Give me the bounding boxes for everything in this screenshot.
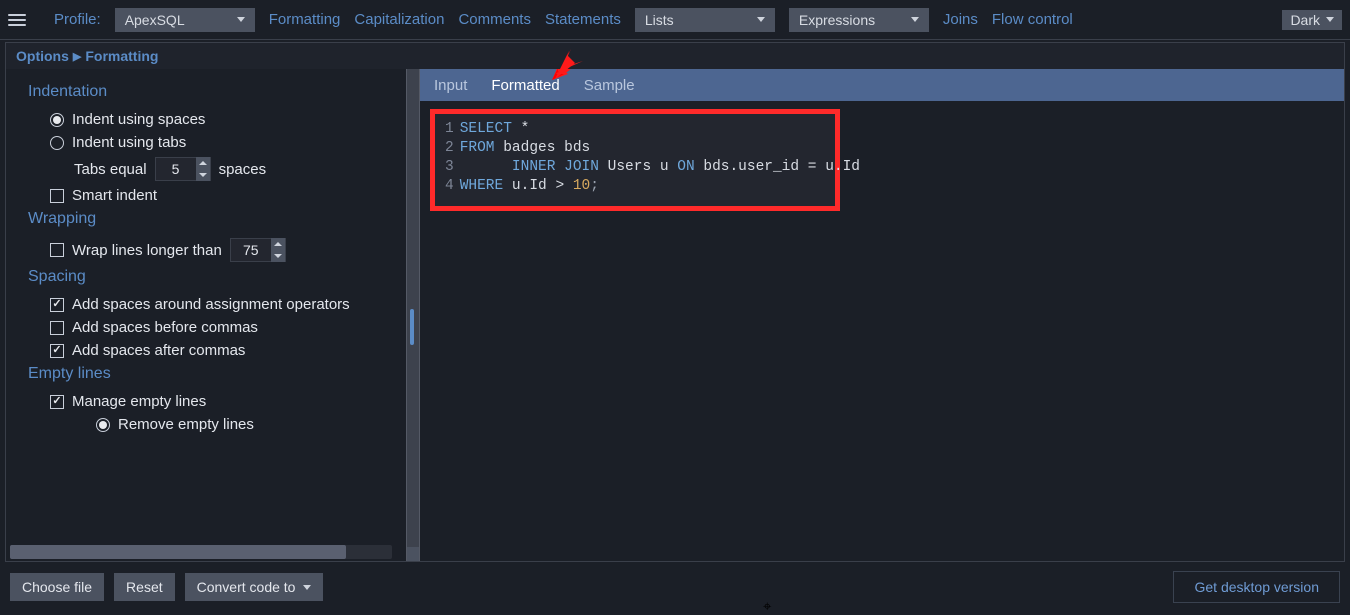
label-tabs-equal-post: spaces — [219, 161, 267, 178]
chk-manage-empty[interactable] — [50, 395, 64, 409]
get-desktop-version-button[interactable]: Get desktop version — [1173, 571, 1340, 603]
tab-formatted[interactable]: Formatted — [491, 77, 559, 94]
convert-code-dropdown[interactable]: Convert code to — [185, 573, 324, 601]
nav-capitalization[interactable]: Capitalization — [354, 11, 444, 28]
convert-code-label: Convert code to — [197, 579, 296, 595]
nav-flow-control[interactable]: Flow control — [992, 11, 1073, 28]
top-toolbar: Profile: ApexSQL Formatting Capitalizati… — [0, 0, 1350, 40]
chevron-right-icon: ▶ — [73, 50, 81, 63]
expressions-label: Expressions — [799, 12, 875, 28]
stepper-down-icon[interactable] — [196, 169, 210, 181]
nav-formatting[interactable]: Formatting — [269, 11, 341, 28]
tabs-equal-field[interactable] — [156, 161, 196, 177]
stepper-down-icon[interactable] — [271, 250, 285, 262]
label-indent-spaces: Indent using spaces — [72, 111, 205, 128]
tab-sample[interactable]: Sample — [584, 77, 635, 94]
breadcrumb-current: Formatting — [85, 48, 158, 64]
choose-file-button[interactable]: Choose file — [10, 573, 104, 601]
code-line-1: 1SELECT * — [445, 120, 825, 139]
profile-dropdown[interactable]: ApexSQL — [115, 8, 255, 32]
wrap-length-field[interactable] — [231, 242, 271, 258]
label-smart-indent: Smart indent — [72, 187, 157, 204]
tabs-equal-input[interactable] — [155, 157, 211, 181]
chk-smart-indent[interactable] — [50, 189, 64, 203]
label-spaces-before-commas: Add spaces before commas — [72, 319, 258, 336]
lists-dropdown[interactable]: Lists — [635, 8, 775, 32]
code-editor[interactable]: 1SELECT * 2FROM badges bds 3 INNER JOIN … — [430, 109, 840, 211]
breadcrumb-root[interactable]: Options — [16, 48, 69, 64]
label-remove-empty: Remove empty lines — [118, 416, 254, 433]
breadcrumb: Options ▶ Formatting — [6, 43, 1344, 69]
expressions-dropdown[interactable]: Expressions — [789, 8, 929, 32]
section-spacing: Spacing — [28, 268, 388, 286]
profile-value: ApexSQL — [125, 12, 185, 28]
wrap-length-input[interactable] — [230, 238, 286, 262]
radio-indent-spaces[interactable] — [50, 113, 64, 127]
label-spaces-after-commas: Add spaces after commas — [72, 342, 245, 359]
menu-icon[interactable] — [8, 11, 26, 29]
stepper-up-icon[interactable] — [196, 157, 210, 169]
code-panel: Input Formatted Sample 1SELECT * 2FROM b… — [420, 69, 1344, 561]
chk-wrap-lines[interactable] — [50, 243, 64, 257]
section-indentation: Indentation — [28, 83, 388, 101]
nav-statements[interactable]: Statements — [545, 11, 621, 28]
profile-label: Profile: — [54, 11, 101, 28]
options-panel: Indentation Indent using spaces Indent u… — [6, 69, 406, 561]
lists-label: Lists — [645, 12, 674, 28]
nav-joins[interactable]: Joins — [943, 11, 978, 28]
nav-comments[interactable]: Comments — [458, 11, 531, 28]
radio-indent-tabs[interactable] — [50, 136, 64, 150]
code-line-4: 4WHERE u.Id > 10; — [445, 177, 825, 196]
theme-dropdown[interactable]: Dark — [1282, 10, 1342, 30]
tab-input[interactable]: Input — [434, 77, 467, 94]
chevron-down-icon — [911, 17, 919, 22]
chk-spaces-assign[interactable] — [50, 298, 64, 312]
scrollbar-thumb[interactable] — [10, 545, 346, 559]
code-line-3: 3 INNER JOIN Users u ON bds.user_id = u.… — [445, 158, 825, 177]
theme-value: Dark — [1290, 12, 1320, 28]
chevron-down-icon — [757, 17, 765, 22]
bottom-toolbar: Choose file Reset Convert code to Get de… — [0, 564, 1350, 610]
splitter-corner — [407, 547, 419, 561]
stepper-up-icon[interactable] — [271, 238, 285, 250]
main-area: Options ▶ Formatting Indentation Indent … — [5, 42, 1345, 562]
chevron-down-icon — [237, 17, 245, 22]
label-manage-empty: Manage empty lines — [72, 393, 206, 410]
radio-remove-empty[interactable] — [96, 418, 110, 432]
chevron-down-icon — [1326, 17, 1334, 22]
splitter-handle-icon[interactable] — [410, 309, 414, 345]
reset-button[interactable]: Reset — [114, 573, 175, 601]
panel-splitter[interactable] — [406, 69, 420, 561]
label-tabs-equal: Tabs equal — [74, 161, 147, 178]
label-wrap-lines: Wrap lines longer than — [72, 242, 222, 259]
label-indent-tabs: Indent using tabs — [72, 134, 186, 151]
section-empty-lines: Empty lines — [28, 365, 388, 383]
chk-spaces-after-commas[interactable] — [50, 344, 64, 358]
chevron-down-icon — [303, 585, 311, 590]
code-line-2: 2FROM badges bds — [445, 139, 825, 158]
code-tabs: Input Formatted Sample — [420, 69, 1344, 101]
label-spaces-assign: Add spaces around assignment operators — [72, 296, 350, 313]
chk-spaces-before-commas[interactable] — [50, 321, 64, 335]
section-wrapping: Wrapping — [28, 210, 388, 228]
options-h-scrollbar[interactable] — [10, 545, 392, 559]
